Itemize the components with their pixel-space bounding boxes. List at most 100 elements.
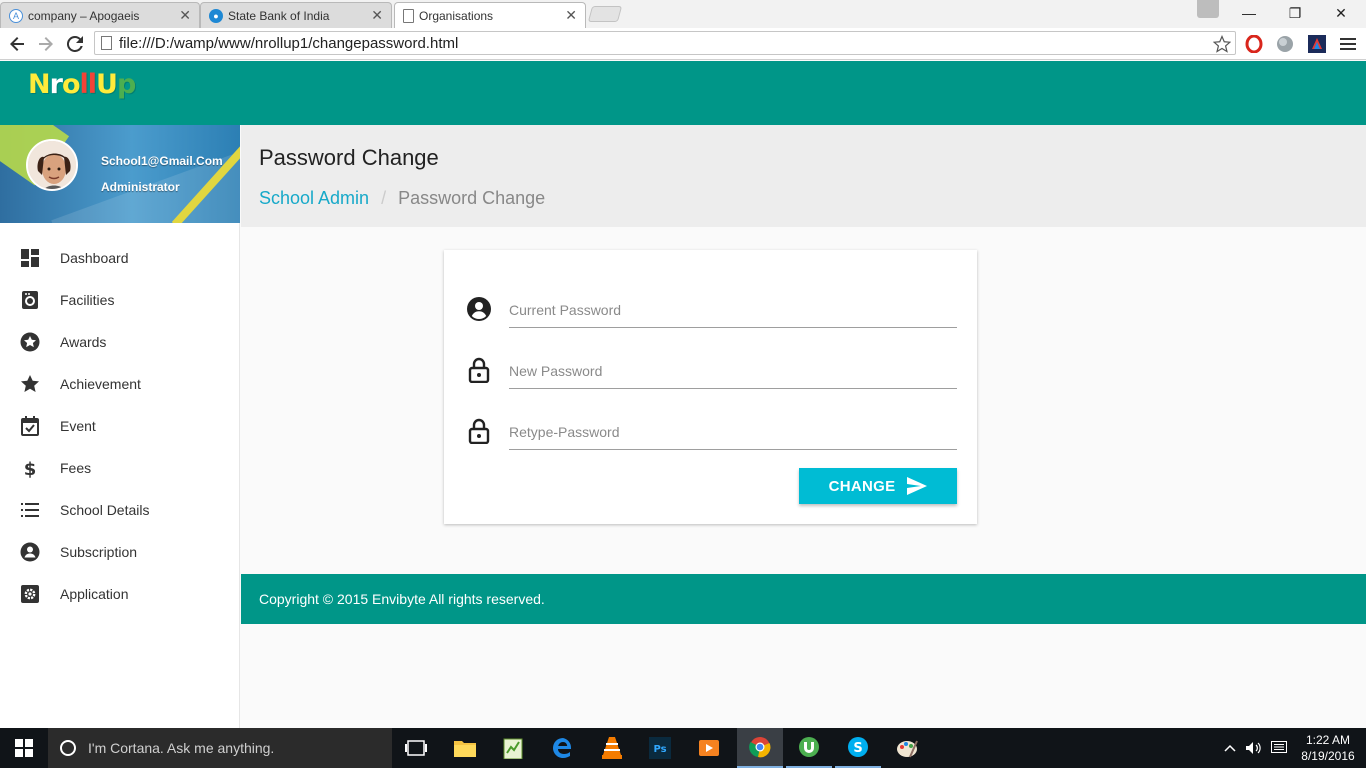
- logo-letter: N: [28, 69, 51, 100]
- reload-icon[interactable]: [63, 32, 87, 56]
- new-password-input[interactable]: [509, 349, 957, 389]
- sidebar-item-label: Event: [60, 418, 96, 434]
- sidebar-item-dashboard[interactable]: Dashboard: [0, 237, 240, 279]
- chrome-icon[interactable]: [737, 728, 783, 768]
- cortana-icon: [60, 740, 76, 756]
- window-close-icon[interactable]: ✕: [1318, 0, 1364, 26]
- sidebar-item-achievement[interactable]: Achievement: [0, 363, 240, 405]
- notepad-icon[interactable]: [490, 728, 536, 768]
- sidebar-item-application[interactable]: Application: [0, 573, 240, 615]
- browser-tab-apogaeis[interactable]: A company – Apogaeis ✕: [0, 2, 200, 28]
- close-icon[interactable]: ✕: [371, 7, 383, 24]
- breadcrumb-current: Password Change: [398, 188, 546, 208]
- windows-start-icon[interactable]: [0, 728, 48, 768]
- retype-password-input[interactable]: [509, 410, 957, 450]
- menu-icon[interactable]: [1338, 34, 1358, 54]
- profile-icon[interactable]: [1197, 0, 1219, 18]
- sidebar-item-label: Dashboard: [60, 250, 129, 266]
- sidebar-item-facilities[interactable]: Facilities: [0, 279, 240, 321]
- logo-letter: U: [96, 69, 118, 100]
- new-tab-button[interactable]: [587, 6, 623, 22]
- sbi-favicon-icon: ●: [209, 8, 223, 23]
- subscription-icon: [20, 542, 40, 562]
- apogaeis-favicon-icon: A: [9, 8, 23, 23]
- tab-label: Organisations: [419, 8, 494, 23]
- award-icon: [20, 332, 40, 352]
- svg-text:S: S: [853, 741, 862, 756]
- sidebar-item-label: Application: [60, 586, 129, 602]
- retype-password-field: [464, 410, 957, 450]
- edge-browser-icon[interactable]: [540, 728, 586, 768]
- sidebar-item-event[interactable]: Event: [0, 405, 240, 447]
- address-bar-url: file:///D:/wamp/www/nrollup1/changepassw…: [119, 34, 459, 52]
- cortana-search-box[interactable]: I'm Cortana. Ask me anything.: [48, 728, 392, 768]
- tray-chevron-up-icon[interactable]: [1220, 728, 1240, 768]
- close-icon[interactable]: ✕: [179, 7, 191, 24]
- sidebar-item-label: School Details: [60, 502, 150, 518]
- page-icon: [101, 36, 112, 50]
- change-password-button[interactable]: CHANGE: [799, 468, 957, 504]
- sidebar: School1@Gmail.Com Administrator Dashboar…: [0, 125, 240, 728]
- settings-icon: [20, 584, 40, 604]
- svg-text:$: $: [24, 459, 37, 478]
- sidebar-item-label: Fees: [60, 460, 92, 476]
- breadcrumb-link-school-admin[interactable]: School Admin: [259, 188, 369, 209]
- page-title: Password Change: [259, 145, 439, 170]
- vlc-icon[interactable]: [589, 728, 635, 768]
- user-email: School1@Gmail.Com: [101, 154, 223, 168]
- notifications-icon[interactable]: [1268, 728, 1290, 768]
- file-explorer-icon[interactable]: [442, 728, 488, 768]
- breadcrumb-separator: /: [381, 188, 387, 208]
- logo-letter: l: [79, 69, 89, 100]
- current-password-input[interactable]: [509, 288, 957, 328]
- user-role: Administrator: [101, 180, 180, 194]
- sidebar-item-subscription[interactable]: Subscription: [0, 531, 240, 573]
- star-icon: [20, 374, 40, 394]
- app-logo[interactable]: NrollUp: [28, 69, 136, 100]
- cortana-placeholder: I'm Cortana. Ask me anything.: [88, 740, 275, 756]
- sidebar-item-label: Achievement: [60, 376, 141, 392]
- change-button-label: CHANGE: [828, 477, 896, 495]
- back-icon[interactable]: [5, 32, 29, 56]
- opera-extension-icon[interactable]: [1244, 34, 1264, 54]
- paint-icon[interactable]: [884, 728, 930, 768]
- current-password-field: [464, 288, 957, 328]
- utorrent-icon[interactable]: [786, 728, 832, 768]
- extension-globe-icon[interactable]: [1275, 34, 1295, 54]
- sidebar-item-label: Subscription: [60, 544, 138, 560]
- photoshop-icon[interactable]: Ps: [637, 728, 683, 768]
- avatar[interactable]: [26, 139, 78, 191]
- browser-tab-organisations[interactable]: Organisations ✕: [394, 2, 586, 28]
- close-icon[interactable]: ✕: [565, 7, 577, 24]
- clock-time: 1:22 AM: [1305, 733, 1351, 747]
- dashboard-icon: [20, 248, 40, 268]
- task-view-icon[interactable]: [393, 728, 439, 768]
- password-change-card: CHANGE: [444, 250, 977, 524]
- svg-text:Ps: Ps: [653, 744, 666, 755]
- minimize-icon[interactable]: —: [1226, 0, 1272, 26]
- sidebar-item-school-details[interactable]: School Details: [0, 489, 240, 531]
- browser-tab-bar: A company – Apogaeis ✕ ● State Bank of I…: [0, 0, 1366, 28]
- skype-icon[interactable]: S: [835, 728, 881, 768]
- logo-letter: p: [116, 69, 136, 100]
- sidebar-item-fees[interactable]: $ Fees: [0, 447, 240, 489]
- account-circle-icon: [464, 294, 494, 324]
- extension-app-icon[interactable]: [1307, 34, 1327, 54]
- forward-icon[interactable]: [34, 32, 58, 56]
- app-header: NrollUp: [0, 61, 1366, 125]
- dollar-icon: $: [20, 458, 40, 478]
- media-player-icon[interactable]: [686, 728, 732, 768]
- address-bar[interactable]: file:///D:/wamp/www/nrollup1/changepassw…: [94, 31, 1236, 55]
- windows-taskbar: I'm Cortana. Ask me anything. Ps S 1:22 …: [0, 728, 1366, 768]
- footer: Copyright © 2015 Envibyte All rights res…: [241, 574, 1366, 624]
- volume-icon[interactable]: [1243, 728, 1265, 768]
- sidebar-item-label: Awards: [60, 334, 107, 350]
- taskbar-clock[interactable]: 1:22 AM 8/19/2016: [1296, 732, 1360, 764]
- logo-letter: l: [87, 69, 97, 100]
- bookmark-star-icon[interactable]: [1212, 34, 1232, 54]
- event-icon: [20, 416, 40, 436]
- sidebar-item-awards[interactable]: Awards: [0, 321, 240, 363]
- tab-label: State Bank of India: [228, 8, 330, 23]
- restore-icon[interactable]: ❐: [1272, 0, 1318, 26]
- browser-tab-sbi[interactable]: ● State Bank of India ✕: [200, 2, 392, 28]
